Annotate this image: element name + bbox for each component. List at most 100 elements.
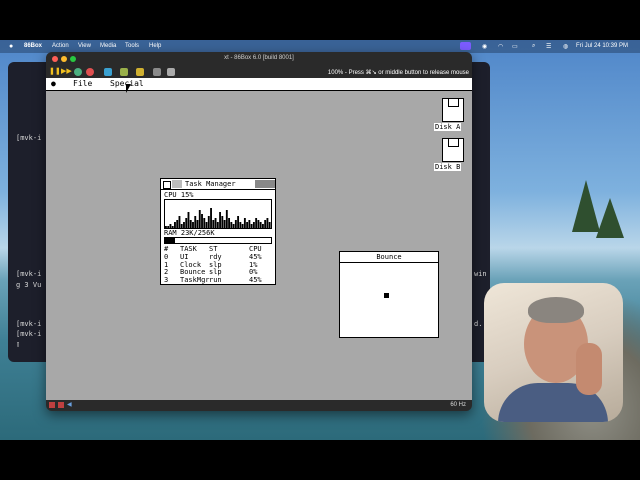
cpu-history-bar bbox=[201, 214, 203, 228]
cpu-history-bar bbox=[223, 220, 226, 228]
emulator-statusbar: ◀ 60 Hz bbox=[46, 400, 472, 411]
screen-record-icon[interactable] bbox=[460, 42, 471, 50]
fast-forward-icon[interactable]: ▶▶ bbox=[61, 68, 72, 76]
bounce-window[interactable]: Bounce bbox=[339, 251, 439, 338]
webcam-overlay bbox=[484, 283, 623, 422]
bouncing-ball bbox=[384, 293, 389, 298]
cpu-history-bar bbox=[259, 222, 262, 228]
reset-icon[interactable] bbox=[74, 68, 82, 76]
gem-menu-file[interactable]: File bbox=[73, 79, 92, 88]
menubar-item-media[interactable]: Media bbox=[100, 43, 116, 49]
cpu-history-bar bbox=[205, 222, 208, 228]
emulator-title: xt - 86Box 6.0 [build 8001] bbox=[224, 55, 294, 61]
siri-icon[interactable]: ◍ bbox=[563, 43, 568, 50]
settings-icon[interactable] bbox=[120, 68, 128, 76]
clipboard-icon[interactable] bbox=[167, 68, 175, 76]
title-pattern bbox=[172, 180, 182, 188]
terminal-line-fragment: d. bbox=[474, 320, 483, 328]
gem-apple-icon[interactable]: ● bbox=[51, 79, 56, 88]
cpu-history-bar bbox=[228, 218, 231, 228]
menubar-item-help[interactable]: Help bbox=[149, 43, 161, 49]
task-row-id: 3 bbox=[164, 275, 169, 284]
cpu-history-bar bbox=[241, 224, 244, 228]
cpu-history-bar bbox=[250, 224, 253, 228]
screenshot-icon[interactable] bbox=[153, 68, 161, 76]
cpu-history-bar bbox=[174, 222, 176, 228]
ram-usage-bar bbox=[164, 237, 272, 244]
cpu-history-bar bbox=[239, 222, 242, 228]
terminal-cursor: ▯ bbox=[16, 340, 21, 348]
battery-icon[interactable]: ▭ bbox=[512, 43, 518, 50]
cpu-history-bar bbox=[264, 220, 267, 228]
cpu-history-bar bbox=[221, 216, 224, 228]
menubar-app-name[interactable]: 86Box bbox=[24, 43, 42, 49]
cpu-history-bar bbox=[219, 212, 221, 228]
terminal-line: [mvk-i bbox=[16, 134, 42, 142]
cpu-history-bar bbox=[171, 226, 174, 228]
title-pattern bbox=[255, 180, 275, 188]
task-manager-window[interactable]: Task Manager CPU 15% RAM 23K/256K # TASK S… bbox=[160, 178, 276, 285]
disk-a-label[interactable]: Disk A bbox=[434, 123, 462, 131]
refresh-rate: 60 Hz bbox=[450, 402, 466, 408]
cpu-history-bar bbox=[167, 226, 170, 228]
gem-menubar: ● File Special bbox=[46, 78, 472, 91]
menubar-item-view[interactable]: View bbox=[78, 43, 91, 49]
cpu-history-bar bbox=[266, 218, 269, 228]
floppy-status-icon[interactable] bbox=[58, 402, 64, 408]
cpu-history-bar bbox=[210, 208, 212, 228]
cpu-history-bar bbox=[248, 220, 251, 228]
spotlight-search-icon[interactable]: ⌕ bbox=[532, 43, 535, 50]
person-hair bbox=[528, 297, 584, 323]
control-center-icon[interactable]: ☰ bbox=[546, 43, 551, 50]
cpu-history-bar bbox=[268, 222, 271, 228]
floppy-disk-icon[interactable] bbox=[442, 98, 464, 122]
emulator-titlebar[interactable]: xt - 86Box 6.0 [build 8001] bbox=[46, 52, 472, 66]
cpu-history-bar bbox=[185, 218, 188, 228]
apple-menu-icon[interactable]: ● bbox=[9, 43, 13, 50]
cpu-history-bar bbox=[255, 218, 258, 228]
task-row-name: TaskMgr bbox=[180, 275, 210, 284]
close-box-icon[interactable] bbox=[163, 181, 171, 189]
pause-icon[interactable]: ❚❚ bbox=[49, 68, 61, 76]
cpu-history-bar bbox=[198, 210, 201, 228]
floppy-disk-icon[interactable] bbox=[442, 138, 464, 162]
task-table-header: TASK bbox=[180, 245, 197, 253]
menubar-item-tools[interactable]: Tools bbox=[125, 43, 139, 49]
settings-icon[interactable] bbox=[104, 68, 112, 76]
menubar-item-action[interactable]: Action bbox=[52, 43, 69, 49]
cpu-history-bar bbox=[192, 222, 194, 228]
cpu-history-bar bbox=[196, 220, 199, 228]
cpu-history-bar bbox=[257, 220, 260, 228]
menubar-clock[interactable]: Fri Jul 24 10:39 PM bbox=[576, 43, 628, 49]
cpu-history-bar bbox=[216, 222, 219, 228]
task-table-header: CPU bbox=[249, 245, 262, 253]
task-manager-titlebar[interactable]: Task Manager bbox=[161, 179, 275, 190]
cpu-history-bar bbox=[187, 212, 190, 228]
task-manager-title: Task Manager bbox=[185, 180, 236, 188]
cpu-history-bar bbox=[207, 216, 210, 228]
cpu-usage-label: CPU 15% bbox=[164, 191, 194, 199]
cpu-history-bar bbox=[189, 220, 192, 228]
status-icon[interactable]: ◉ bbox=[482, 43, 487, 50]
cpu-history-bar bbox=[237, 216, 240, 228]
power-icon[interactable] bbox=[86, 68, 94, 76]
cpu-history-graph bbox=[164, 199, 272, 229]
emulator-window[interactable]: xt - 86Box 6.0 [build 8001] ❚❚ ▶▶ 100% -… bbox=[46, 52, 472, 411]
disk-b-label[interactable]: Disk B bbox=[434, 163, 462, 171]
bounce-title: Bounce bbox=[376, 253, 402, 261]
terminal-line: g 3 Vu bbox=[16, 281, 42, 289]
sound-icon[interactable]: ◀ bbox=[67, 401, 72, 408]
wifi-icon[interactable]: ◠ bbox=[498, 43, 503, 50]
floppy-status-icon[interactable] bbox=[49, 402, 55, 408]
cpu-history-bar bbox=[246, 222, 249, 228]
cpu-history-bar bbox=[203, 218, 206, 228]
cpu-history-bar bbox=[261, 224, 264, 228]
cpu-history-bar bbox=[178, 216, 181, 228]
mouse-pointer-icon bbox=[126, 84, 131, 93]
task-table-header: ST bbox=[209, 245, 218, 253]
person-hand bbox=[576, 343, 602, 395]
terminal-line: [mvk-i bbox=[16, 330, 42, 338]
media-icon[interactable] bbox=[136, 68, 144, 76]
bounce-titlebar[interactable]: Bounce bbox=[340, 252, 438, 263]
emulated-screen[interactable]: ● File Special Disk A Disk B Task Manage… bbox=[46, 78, 472, 400]
